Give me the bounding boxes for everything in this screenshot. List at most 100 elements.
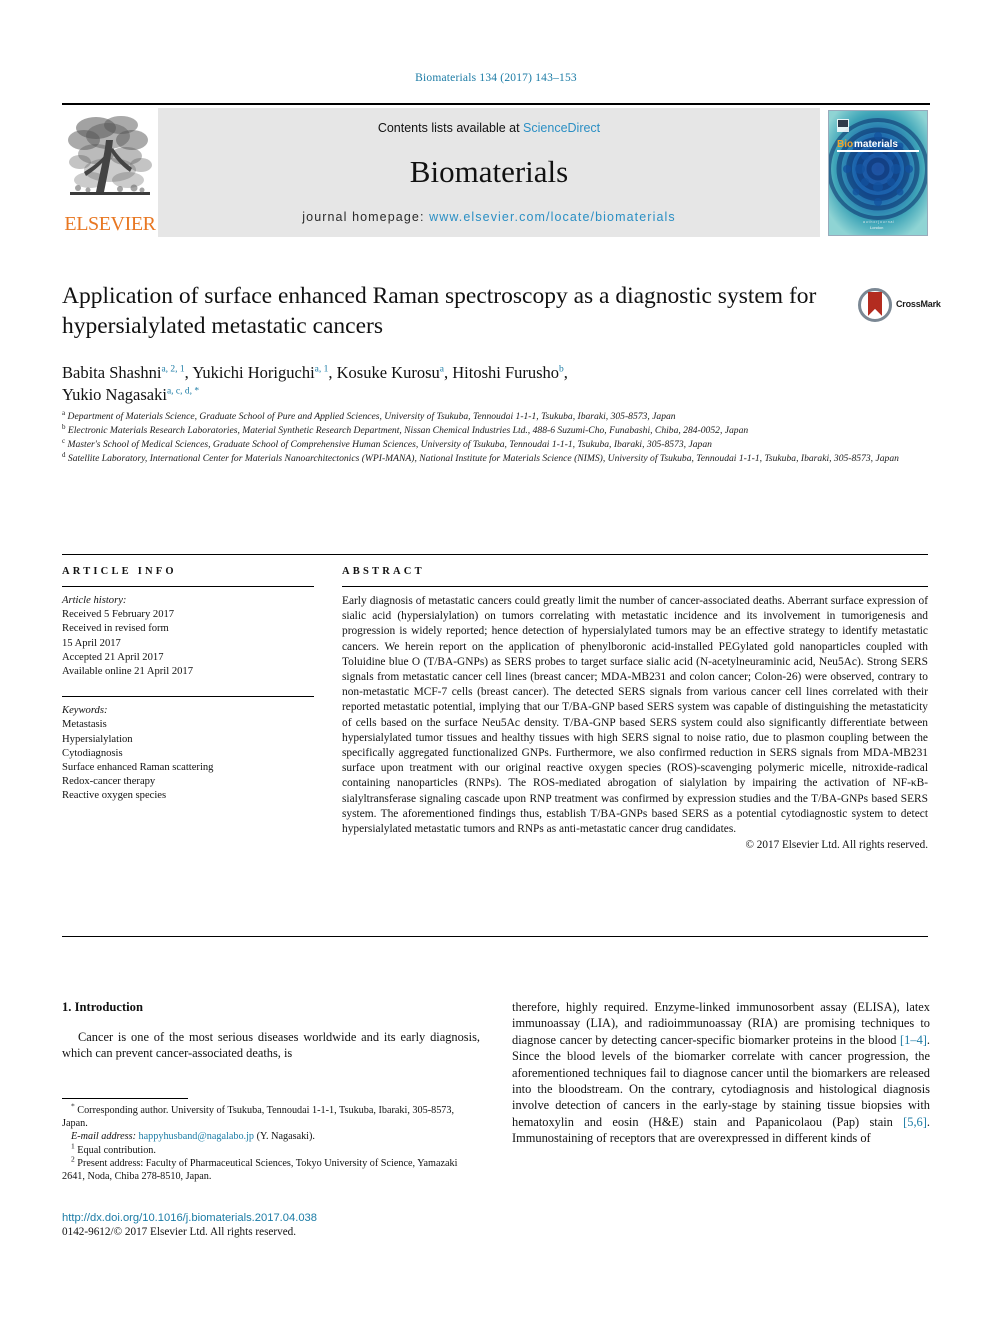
email-link[interactable]: happyhusband@nagalabo.jp (139, 1131, 254, 1142)
divider-above-info (62, 554, 928, 555)
intro-paragraph-left: Cancer is one of the most serious diseas… (62, 1030, 480, 1061)
divider (62, 696, 314, 698)
svg-text:materials: materials (854, 139, 898, 150)
footnote-note-2-text: Present address: Faculty of Pharmaceutic… (62, 1157, 458, 1183)
elsevier-logo: ELSEVIER (62, 108, 158, 237)
journal-masthead: ELSEVIER Contents lists available at Sci… (62, 103, 930, 237)
author-name: Kosuke Kurosu (336, 363, 440, 382)
affiliation-text: Electronic Materials Research Laboratori… (67, 424, 749, 436)
author-name: Hitoshi Furusho (452, 363, 560, 382)
footnote-email: E-mail address: happyhusband@nagalabo.jp… (62, 1130, 480, 1143)
affiliation-item: c Master's School of Medical Sciences, G… (62, 436, 928, 451)
svg-text:Bio: Bio (837, 139, 853, 150)
sciencedirect-link[interactable]: ScienceDirect (523, 121, 600, 135)
email-owner: (Y. Nagasaki). (256, 1131, 315, 1143)
footnote-note-2: 2 Present address: Faculty of Pharmaceut… (62, 1154, 480, 1183)
footnote-block: * Corresponding author. University of Ts… (62, 1098, 480, 1183)
affiliation-list: a Department of Materials Science, Gradu… (62, 408, 928, 466)
author-affil-marks: a, 2, 1 (161, 364, 185, 375)
intro-paragraph-right: therefore, highly required. Enzyme-linke… (512, 999, 930, 1147)
author-affil-marks: a (439, 364, 444, 375)
elsevier-tree-icon (68, 116, 152, 195)
divider (62, 586, 314, 587)
keyword-item: Metastasis (62, 719, 107, 731)
keyword-item: Redox-cancer therapy (62, 776, 156, 788)
page-title: Application of surface enhanced Raman sp… (62, 283, 817, 339)
keyword-item: Hypersialylation (62, 733, 133, 745)
body-column-left: 1. Introduction Cancer is one of the mos… (62, 1000, 480, 1062)
article-info-panel: ARTICLE INFO Article history: Received 5… (62, 566, 314, 804)
journal-band: Contents lists available at ScienceDirec… (158, 108, 820, 237)
crossmark-label: CrossMark (896, 299, 941, 309)
cover-artwork: Bio materials a u t h o r j o u r n a l … (829, 111, 927, 235)
journal-homepage-line: journal homepage: www.elsevier.com/locat… (158, 210, 820, 224)
history-item: Accepted 21 April 2017 (62, 651, 164, 663)
affiliation-mark: a (62, 408, 66, 417)
history-item: Received 5 February 2017 (62, 609, 175, 621)
journal-title: Biomaterials (409, 154, 569, 189)
author-name: Babita Shashni (62, 363, 162, 382)
journal-homepage-link[interactable]: www.elsevier.com/locate/biomaterials (429, 210, 676, 224)
abstract-text: Early diagnosis of metastatic cancers co… (342, 595, 928, 836)
footnote-divider (62, 1098, 188, 1099)
affiliation-mark: b (62, 422, 66, 431)
keyword-item: Surface enhanced Raman scattering (62, 762, 214, 774)
keyword-item: Cytodiagnosis (62, 747, 123, 759)
abstract-panel: ABSTRACT Early diagnosis of metastatic c… (342, 566, 928, 851)
keyword-item: Reactive oxygen species (62, 790, 167, 802)
affiliation-item: b Electronic Materials Research Laborato… (62, 422, 928, 437)
contents-available-line: Contents lists available at ScienceDirec… (158, 121, 820, 135)
footnote-mark-2: 2 (71, 1154, 75, 1164)
keywords-group: Keywords: Metastasis Hypersialylation Cy… (62, 704, 314, 803)
affiliation-item: d Satellite Laboratory, International Ce… (62, 450, 928, 465)
affiliation-mark: c (62, 436, 66, 445)
history-item: Received in revised form (62, 623, 169, 635)
svg-text:a u t h o r j o u r n a l: a u t h o r j o u r n a l (863, 220, 894, 224)
citation-ref-5-6[interactable]: [5,6] (903, 1115, 927, 1129)
crossmark-badge[interactable]: CrossMark (858, 286, 941, 326)
author-affil-marks: a, 1 (314, 364, 329, 375)
history-item: Available online 21 April 2017 (62, 666, 194, 678)
author-affil-marks: b (559, 364, 564, 375)
abstract-heading: ABSTRACT (342, 566, 425, 577)
running-head: Biomaterials 134 (2017) 143–153 (415, 72, 577, 84)
affiliation-text: Satellite Laboratory, International Cent… (67, 452, 899, 464)
author-affil-marks: a, c, d, * (166, 386, 200, 397)
svg-text:London: London (870, 225, 883, 230)
footnote-note-1-text: Equal contribution. (77, 1144, 156, 1156)
affiliation-text: Master's School of Medical Sciences, Gra… (67, 438, 712, 450)
crossmark-icon (858, 288, 892, 322)
affiliation-item: a Department of Materials Science, Gradu… (62, 408, 928, 423)
body-column-right: therefore, highly required. Enzyme-linke… (512, 999, 930, 1147)
author-name: Yukichi Horiguchi (192, 363, 315, 382)
article-history-label: Article history: (62, 595, 127, 606)
section-heading-introduction: 1. Introduction (62, 1000, 143, 1014)
footnote-mark-1: 1 (71, 1141, 75, 1151)
citation-ref-1-4[interactable]: [1–4] (900, 1033, 927, 1047)
history-item: 15 April 2017 (62, 637, 121, 649)
footer-doi-block: http://dx.doi.org/10.1016/j.biomaterials… (62, 1212, 492, 1238)
homepage-prefix: journal homepage: (302, 210, 430, 224)
keywords-label: Keywords: (62, 705, 108, 717)
author-list: Babita Shashnia, 2, 1, Yukichi Horiguchi… (62, 363, 568, 404)
elsevier-wordmark: ELSEVIER (64, 213, 156, 235)
footnote-mark-asterisk: * (71, 1101, 75, 1111)
divider (342, 586, 928, 587)
affiliation-mark: d (62, 450, 66, 459)
email-label: E-mail address: (71, 1131, 136, 1143)
contents-prefix: Contents lists available at (377, 121, 524, 135)
footnote-corresponding-text: Corresponding author. University of Tsuk… (62, 1105, 455, 1130)
intro-text-part1: therefore, highly required. Enzyme-linke… (512, 1000, 930, 1047)
footnote-note-1: 1 Equal contribution. (62, 1141, 480, 1157)
affiliation-text: Department of Materials Science, Graduat… (67, 411, 676, 422)
abstract-copyright: © 2017 Elsevier Ltd. All rights reserved… (745, 839, 929, 852)
article-history-group: Article history: Received 5 February 201… (62, 594, 314, 679)
author-name: Yukio Nagasaki (62, 385, 167, 404)
article-info-heading: ARTICLE INFO (62, 566, 177, 577)
divider-below-abstract (62, 936, 928, 937)
journal-cover-thumbnail: Bio materials a u t h o r j o u r n a l … (820, 108, 930, 237)
issn-copyright-line: 0142-9612/© 2017 Elsevier Ltd. All right… (62, 1226, 297, 1238)
doi-link[interactable]: http://dx.doi.org/10.1016/j.biomaterials… (62, 1212, 492, 1224)
intro-text-part2: . Since the blood levels of the biomarke… (512, 1032, 930, 1129)
